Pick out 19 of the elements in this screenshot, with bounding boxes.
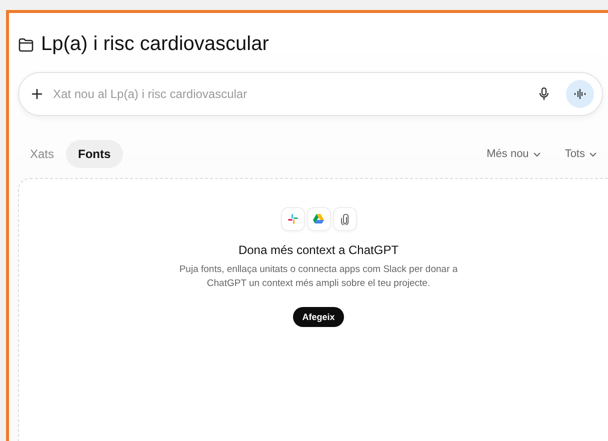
voice-button[interactable]	[566, 80, 594, 108]
microphone-icon	[539, 87, 549, 101]
plus-icon[interactable]	[31, 88, 43, 100]
chevron-icon	[589, 152, 597, 156]
chat-input-field[interactable]: Xat nou al Lp(a) i risc cardiovascular	[51, 86, 522, 102]
project-title: Lp(a) i risc cardiovascular	[41, 33, 269, 56]
filter-dropdown[interactable]: Més nou	[480, 144, 547, 164]
chevron-icon	[532, 152, 541, 156]
tab[interactable]: Xats	[18, 140, 66, 168]
empty-heading: Dona més context a ChatGPT	[238, 243, 399, 257]
triangle-icon[interactable]	[306, 207, 330, 231]
paperclip-icon[interactable]	[332, 207, 356, 231]
add-button[interactable]: Afegeix	[293, 307, 344, 327]
waveform-icon	[574, 89, 586, 99]
empty-description: Puja fonts, enllaça unitats o connecta apps com Slack per donar a ChatGPT un context més ampli sobre el teu projecte.	[178, 263, 459, 291]
filter-dropdown[interactable]: Tots	[558, 144, 603, 164]
tab[interactable]: Fonts	[66, 140, 123, 168]
folder-icon	[18, 38, 34, 52]
composer-bar[interactable]: Xat nou al Lp(a) i risc cardiovascular	[18, 72, 603, 116]
